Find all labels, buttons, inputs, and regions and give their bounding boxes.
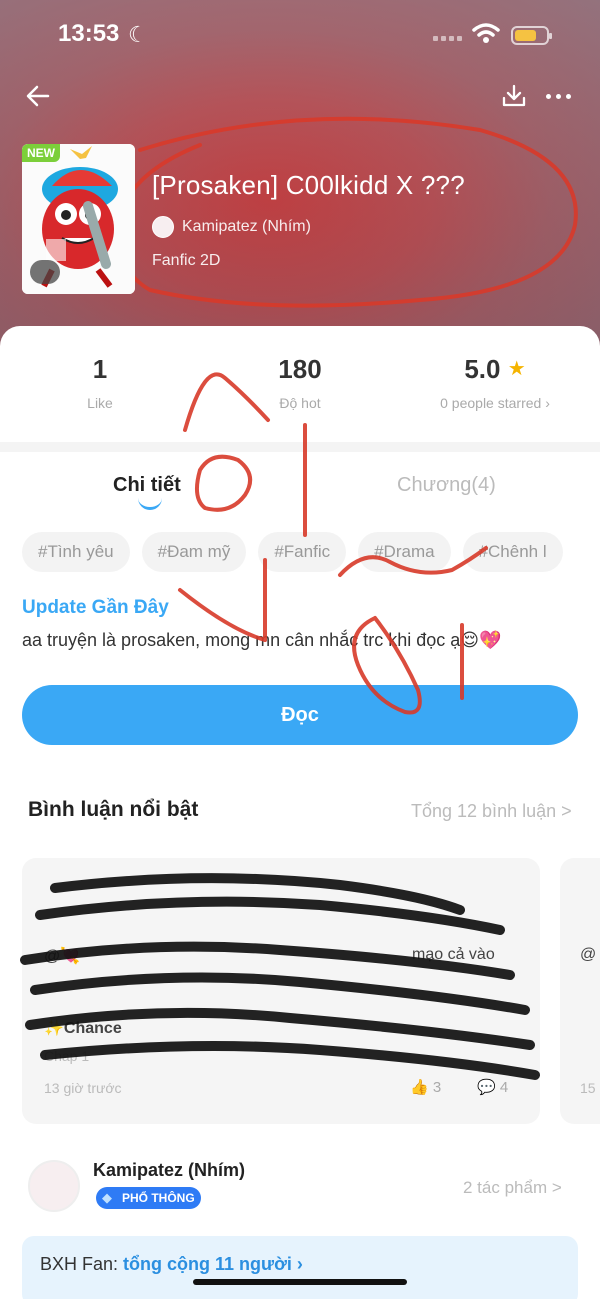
hot-count: 180: [278, 354, 322, 384]
comment-like-count: 3: [432, 1079, 442, 1096]
more-options-icon[interactable]: [546, 94, 571, 99]
comment-reply-count: 4: [499, 1079, 509, 1096]
comment-like-button[interactable]: 👍 3: [410, 1078, 441, 1096]
author-level-badge: PHỔ THÔNG: [96, 1187, 201, 1209]
work-category: Fanfic 2D: [152, 252, 221, 269]
home-indicator[interactable]: [193, 1279, 407, 1285]
back-arrow-icon[interactable]: [24, 82, 52, 110]
rating-value: 5.0: [464, 354, 501, 384]
update-text: aa truyện là prosaken, mong mn cân nhắc …: [22, 630, 501, 651]
comment-time: 13 giờ trước: [44, 1080, 122, 1096]
fan-count: tổng cộng 11 người ›: [123, 1254, 303, 1274]
like-count: 1: [92, 354, 108, 384]
author-card-avatar: [28, 1160, 80, 1212]
author-card[interactable]: Kamipatez (Nhím) PHỔ THÔNG 2 tác phẩm >: [0, 1150, 600, 1230]
read-button[interactable]: Đọc: [22, 685, 578, 745]
section-divider: [0, 442, 600, 452]
tag-list: #Tình yêu #Đam mỹ #Fanfic #Drama #Chênh …: [22, 532, 600, 572]
work-header: 13:53 ☾ NEW [Prosaken] C00lkidd X ??? Ka…: [0, 0, 600, 360]
thumbs-up-icon: 👍: [410, 1079, 429, 1096]
battery-icon: [511, 26, 552, 45]
download-icon[interactable]: [500, 82, 528, 110]
tag-chip[interactable]: #Chênh l: [462, 532, 563, 572]
fan-ranking-label: BXH Fan: tổng cộng 11 người ›: [40, 1254, 303, 1275]
stat-rating[interactable]: 5.0 ★ 0 people starred ›: [420, 354, 570, 411]
comments-total-link[interactable]: Tổng 12 bình luận >: [411, 801, 572, 822]
tag-chip[interactable]: #Fanfic: [258, 532, 347, 572]
tab-chapters[interactable]: Chương(4): [397, 474, 496, 497]
status-time: 13:53: [58, 20, 120, 47]
like-label: Like: [87, 395, 113, 411]
update-title: Update Gần Đây: [22, 597, 169, 618]
comment-card[interactable]: @ 15: [560, 858, 600, 1124]
status-bar: 13:53 ☾: [0, 0, 600, 70]
hot-label: Độ hot: [279, 395, 321, 411]
star-icon: ★: [507, 358, 526, 380]
tab-detail[interactable]: Chi tiết: [113, 474, 181, 497]
tag-chip[interactable]: #Drama: [358, 532, 451, 572]
tag-chip[interactable]: #Đam mỹ: [141, 532, 247, 572]
comic-icon: [30, 260, 60, 284]
work-title: [Prosaken] C00lkidd X ???: [152, 170, 465, 200]
comment-mention: @: [580, 946, 597, 963]
moon-icon: ☾: [128, 22, 148, 47]
author-card-name: Kamipatez (Nhím): [93, 1160, 246, 1180]
reply-icon: 💬: [477, 1079, 496, 1096]
rating-label: 0 people starred ›: [440, 395, 550, 411]
nav-bar: [0, 78, 600, 118]
fan-label-text: BXH Fan:: [40, 1254, 119, 1274]
tag-chip[interactable]: #Tình yêu: [22, 532, 130, 572]
comment-time: 15: [580, 1080, 596, 1096]
author-name: Kamipatez (Nhím): [182, 218, 311, 235]
comment-mention: @💘: [44, 948, 81, 965]
author-row[interactable]: Kamipatez (Nhím): [152, 216, 311, 238]
cover-image[interactable]: NEW: [22, 144, 135, 294]
stat-like[interactable]: 1 Like: [60, 354, 140, 411]
stat-hot: 180 Độ hot: [250, 354, 350, 411]
update-message: aa truyện là prosaken, mong mn cân nhắc …: [22, 630, 480, 650]
author-avatar: [152, 216, 174, 238]
comment-text: ✨Chance: [44, 1020, 122, 1037]
comment-card[interactable]: @💘 mạo cả vào ✨Chance Chap 1 13 giờ trướ…: [22, 858, 540, 1124]
comments-title: Bình luận nổi bật: [28, 798, 199, 821]
heart-emoji: 💖: [479, 630, 502, 650]
comment-reply-button[interactable]: 💬 4: [477, 1078, 508, 1096]
new-badge: NEW: [22, 144, 60, 162]
comment-chapter: Chap 1: [44, 1048, 90, 1064]
comment-text-tail: mạo cả vào: [412, 946, 495, 963]
signal-icon: [433, 36, 463, 42]
fan-ranking-banner[interactable]: BXH Fan: tổng cộng 11 người ›: [22, 1236, 578, 1299]
wifi-icon: [472, 23, 500, 43]
author-works-link[interactable]: 2 tác phẩm >: [463, 1178, 562, 1198]
